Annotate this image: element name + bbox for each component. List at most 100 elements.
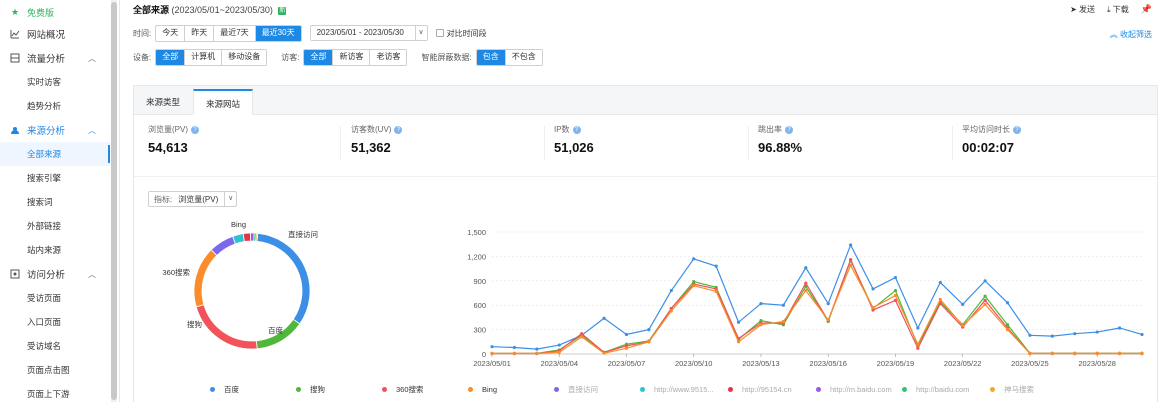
scrollbar-thumb[interactable] [111, 2, 117, 400]
data-point[interactable] [714, 289, 718, 293]
collapse-filter-link[interactable]: ︽ 收起筛选 [1110, 29, 1152, 40]
tab-source-website[interactable]: 来源网站 [193, 89, 254, 115]
data-point[interactable] [893, 293, 898, 298]
data-point[interactable] [624, 332, 629, 337]
data-point[interactable] [983, 302, 987, 306]
sidebar-item-entry-pages[interactable]: 入口页面 [0, 310, 110, 334]
device-option-all[interactable]: 全部 [156, 49, 186, 65]
sidebar-item-search-engine[interactable]: 搜索引擎 [0, 166, 110, 190]
data-point[interactable] [1140, 332, 1144, 337]
legend-item[interactable]: http://baidu.com [902, 383, 969, 395]
data-point[interactable] [938, 297, 942, 302]
data-point[interactable] [804, 281, 808, 285]
data-point[interactable] [669, 309, 673, 313]
pin-icon[interactable]: 📌 [1141, 4, 1152, 15]
data-point[interactable] [736, 320, 741, 324]
data-point[interactable] [1117, 351, 1122, 355]
data-point[interactable] [961, 323, 965, 328]
donut-slice-3[interactable] [193, 249, 218, 308]
sidebar-item-visited-pages[interactable]: 受访页面 [0, 286, 110, 310]
sidebar-group-traffic[interactable]: 流量分析 ︿ [0, 46, 110, 70]
data-point[interactable] [602, 316, 606, 320]
data-point[interactable] [1140, 351, 1144, 355]
sidebar-item-overview[interactable]: 网站概况 [0, 22, 110, 46]
legend-item[interactable]: 直接访问 [554, 383, 598, 395]
time-option-yesterday[interactable]: 昨天 [185, 25, 215, 41]
time-option-last7[interactable]: 最近7天 [214, 25, 256, 41]
data-point[interactable] [1050, 351, 1054, 355]
legend-item[interactable]: http://m.baidu.com [816, 383, 892, 395]
device-option-computer[interactable]: 计算机 [185, 49, 223, 65]
data-point[interactable] [580, 332, 584, 336]
data-point[interactable] [961, 302, 965, 306]
sidebar-item-external-links[interactable]: 外部链接 [0, 214, 110, 238]
visitor-option-all[interactable]: 全部 [304, 49, 334, 65]
data-point[interactable] [1005, 301, 1010, 305]
data-point[interactable] [512, 351, 517, 355]
data-point[interactable] [736, 340, 741, 344]
legend-item[interactable]: Bing [468, 383, 497, 395]
data-point[interactable] [692, 284, 696, 288]
chevron-down-icon[interactable]: ∨ [224, 192, 236, 206]
donut-slice-6[interactable] [242, 232, 252, 243]
data-point[interactable] [1117, 326, 1122, 330]
sidebar-item-all-sources[interactable]: 全部来源 [0, 142, 110, 166]
tab-source-type[interactable]: 来源类型 [134, 89, 192, 115]
data-point[interactable] [692, 257, 696, 261]
data-point[interactable] [781, 303, 785, 307]
data-point[interactable] [669, 288, 673, 293]
sidebar-item-search-terms[interactable]: 搜索词 [0, 190, 110, 214]
data-point[interactable] [849, 243, 853, 247]
sidebar-item-visited-domains[interactable]: 受访域名 [0, 334, 110, 358]
sidebar-item-realtime[interactable]: 实时访客 [0, 70, 110, 94]
data-point[interactable] [916, 326, 920, 330]
data-point[interactable] [535, 351, 539, 355]
donut-slice-4[interactable] [210, 235, 236, 257]
data-point[interactable] [714, 264, 718, 268]
indicator-select[interactable]: 指标: 浏览量(PV) ∨ [148, 191, 238, 207]
data-point[interactable] [849, 258, 853, 262]
help-icon[interactable]: ? [1013, 125, 1021, 134]
data-point[interactable] [557, 343, 561, 347]
data-point[interactable] [893, 288, 898, 293]
data-point[interactable] [849, 263, 853, 267]
legend-item[interactable]: http://www.9515... [640, 383, 714, 395]
data-point[interactable] [1028, 333, 1032, 337]
data-point[interactable] [781, 319, 785, 324]
help-icon[interactable]: ? [572, 125, 581, 134]
data-point[interactable] [893, 275, 898, 280]
data-point[interactable] [557, 350, 561, 354]
help-icon[interactable]: ? [785, 125, 793, 134]
compare-checkbox[interactable]: 对比时间段 [435, 28, 487, 39]
smart-option-exclude[interactable]: 不包含 [505, 49, 542, 65]
data-point[interactable] [916, 346, 920, 350]
checkbox-box[interactable] [435, 29, 444, 37]
send-button[interactable]: ➤ 发送 [1070, 4, 1095, 15]
help-icon[interactable]: ? [394, 125, 403, 134]
donut-slice-5[interactable] [232, 233, 245, 245]
donut-slice-9[interactable] [255, 232, 259, 242]
legend-item[interactable]: 百度 [210, 383, 239, 395]
data-point[interactable] [826, 318, 830, 322]
sidebar-item-free-edition[interactable]: ★ 免费版 [0, 0, 110, 24]
legend-item[interactable]: 搜狗 [296, 383, 325, 395]
data-point[interactable] [1095, 351, 1099, 355]
data-point[interactable] [1095, 330, 1099, 334]
data-point[interactable] [983, 294, 987, 298]
data-point[interactable] [490, 351, 494, 355]
data-point[interactable] [1073, 332, 1077, 336]
help-icon[interactable]: ? [191, 125, 199, 134]
donut-slice-0[interactable] [256, 232, 311, 325]
sidebar-scrollbar[interactable] [111, 0, 117, 402]
data-point[interactable] [826, 301, 830, 306]
data-point[interactable] [983, 279, 987, 283]
data-point[interactable] [871, 287, 875, 291]
visitor-option-returning[interactable]: 老访客 [370, 49, 407, 65]
data-point[interactable] [1050, 334, 1054, 338]
data-point[interactable] [759, 301, 763, 306]
data-point[interactable] [759, 323, 763, 327]
chevron-down-icon[interactable]: ∨ [414, 26, 427, 40]
data-point[interactable] [804, 266, 808, 270]
data-point[interactable] [624, 346, 629, 350]
data-point[interactable] [916, 342, 920, 346]
